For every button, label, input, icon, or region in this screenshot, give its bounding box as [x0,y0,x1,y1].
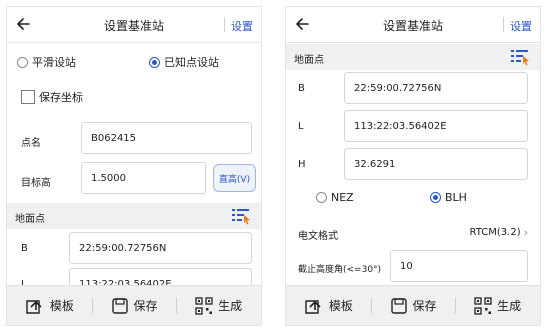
b-latitude-input[interactable]: 22:59:00.72756N [69,232,252,264]
page-title: 设置基准站 [103,19,164,33]
ground-point-section: 地面点 [286,44,540,70]
select-point-list-icon[interactable] [510,48,530,66]
chevron-right-icon: › [523,226,528,239]
radio-unchecked-icon [316,191,327,203]
qr-code-icon [474,296,492,315]
known-point-setup-radio[interactable]: 已知点设站 [149,52,219,72]
radio-checked-icon [149,56,160,68]
blh-label: BLH [445,190,467,204]
template-icon [26,299,42,314]
save-coordinate-label: 保存坐标 [39,91,83,104]
settings-button[interactable]: 设置 [231,18,253,34]
generate-button[interactable]: 生成 [176,286,261,325]
generate-button[interactable]: 生成 [455,286,540,325]
save-button[interactable]: 保存 [91,286,177,325]
ground-point-section: 地面点 [7,203,261,229]
generate-label: 生成 [218,299,243,313]
save-label: 保存 [133,299,158,313]
bottom-toolbar: 模板 保存 生成 [7,285,261,325]
template-icon [305,299,321,314]
nez-label: NEZ [331,190,354,204]
radio-checked-icon [430,191,441,203]
settings-button[interactable]: 设置 [510,18,532,34]
point-name-input[interactable]: B062415 [81,122,252,154]
cutoff-angle-input[interactable]: 10 [390,250,528,282]
l-label: L [298,121,304,132]
left-screen: 设置基准站 设置 平滑设站 已知点设站 保存坐标 点名 B062415 目标高 … [6,6,262,326]
telegram-format-select[interactable]: RTCM(3.2) › [470,226,528,239]
radio-unchecked-icon [17,56,28,68]
cutoff-angle-label: 截止高度角(<=30°) [298,265,382,275]
checkbox-unchecked-icon [21,90,35,104]
telegram-format-label: 电文格式 [298,231,338,242]
blh-radio[interactable]: BLH [430,187,467,207]
ground-point-title: 地面点 [15,214,45,225]
save-label: 保存 [412,299,437,313]
page-title: 设置基准站 [382,19,443,33]
b-label: B [298,83,305,94]
b-latitude-input[interactable]: 22:59:00.72756N [344,72,528,104]
h-height-input[interactable]: 32.6291 [344,148,528,180]
divider [224,17,225,32]
b-label: B [21,243,28,254]
save-button[interactable]: 保存 [370,286,456,325]
qr-code-icon [195,296,213,315]
top-bar: 设置基准站 设置 [286,7,540,43]
l-longitude-input[interactable]: 113:22:03.56402E [344,110,528,142]
right-screen: 设置基准站 设置 地面点 B 22:59:00.72756N L 113:22:… [285,6,541,326]
ground-point-title: 地面点 [294,55,324,66]
save-coordinate-checkbox[interactable]: 保存坐标 [21,89,83,105]
smooth-setup-radio[interactable]: 平滑设站 [17,52,76,72]
telegram-format-value: RTCM(3.2) [469,227,521,238]
save-icon [111,297,128,314]
vertical-height-button[interactable]: 直高(V) [213,164,256,192]
template-label: 模板 [328,299,353,313]
bottom-toolbar: 模板 保存 生成 [286,285,540,325]
template-button[interactable]: 模板 [7,286,92,325]
template-button[interactable]: 模板 [286,286,371,325]
divider [503,17,504,32]
point-name-label: 点名 [21,138,41,149]
target-height-label: 目标高 [21,178,51,189]
top-bar: 设置基准站 设置 [7,7,261,43]
smooth-setup-label: 平滑设站 [32,56,76,69]
template-label: 模板 [49,299,74,313]
h-label: H [298,159,306,170]
target-height-input[interactable]: 1.5000 [81,162,206,194]
save-icon [390,297,407,314]
known-point-setup-label: 已知点设站 [164,56,219,69]
select-point-list-icon[interactable] [231,207,251,225]
nez-radio[interactable]: NEZ [316,187,354,207]
generate-label: 生成 [497,299,522,313]
